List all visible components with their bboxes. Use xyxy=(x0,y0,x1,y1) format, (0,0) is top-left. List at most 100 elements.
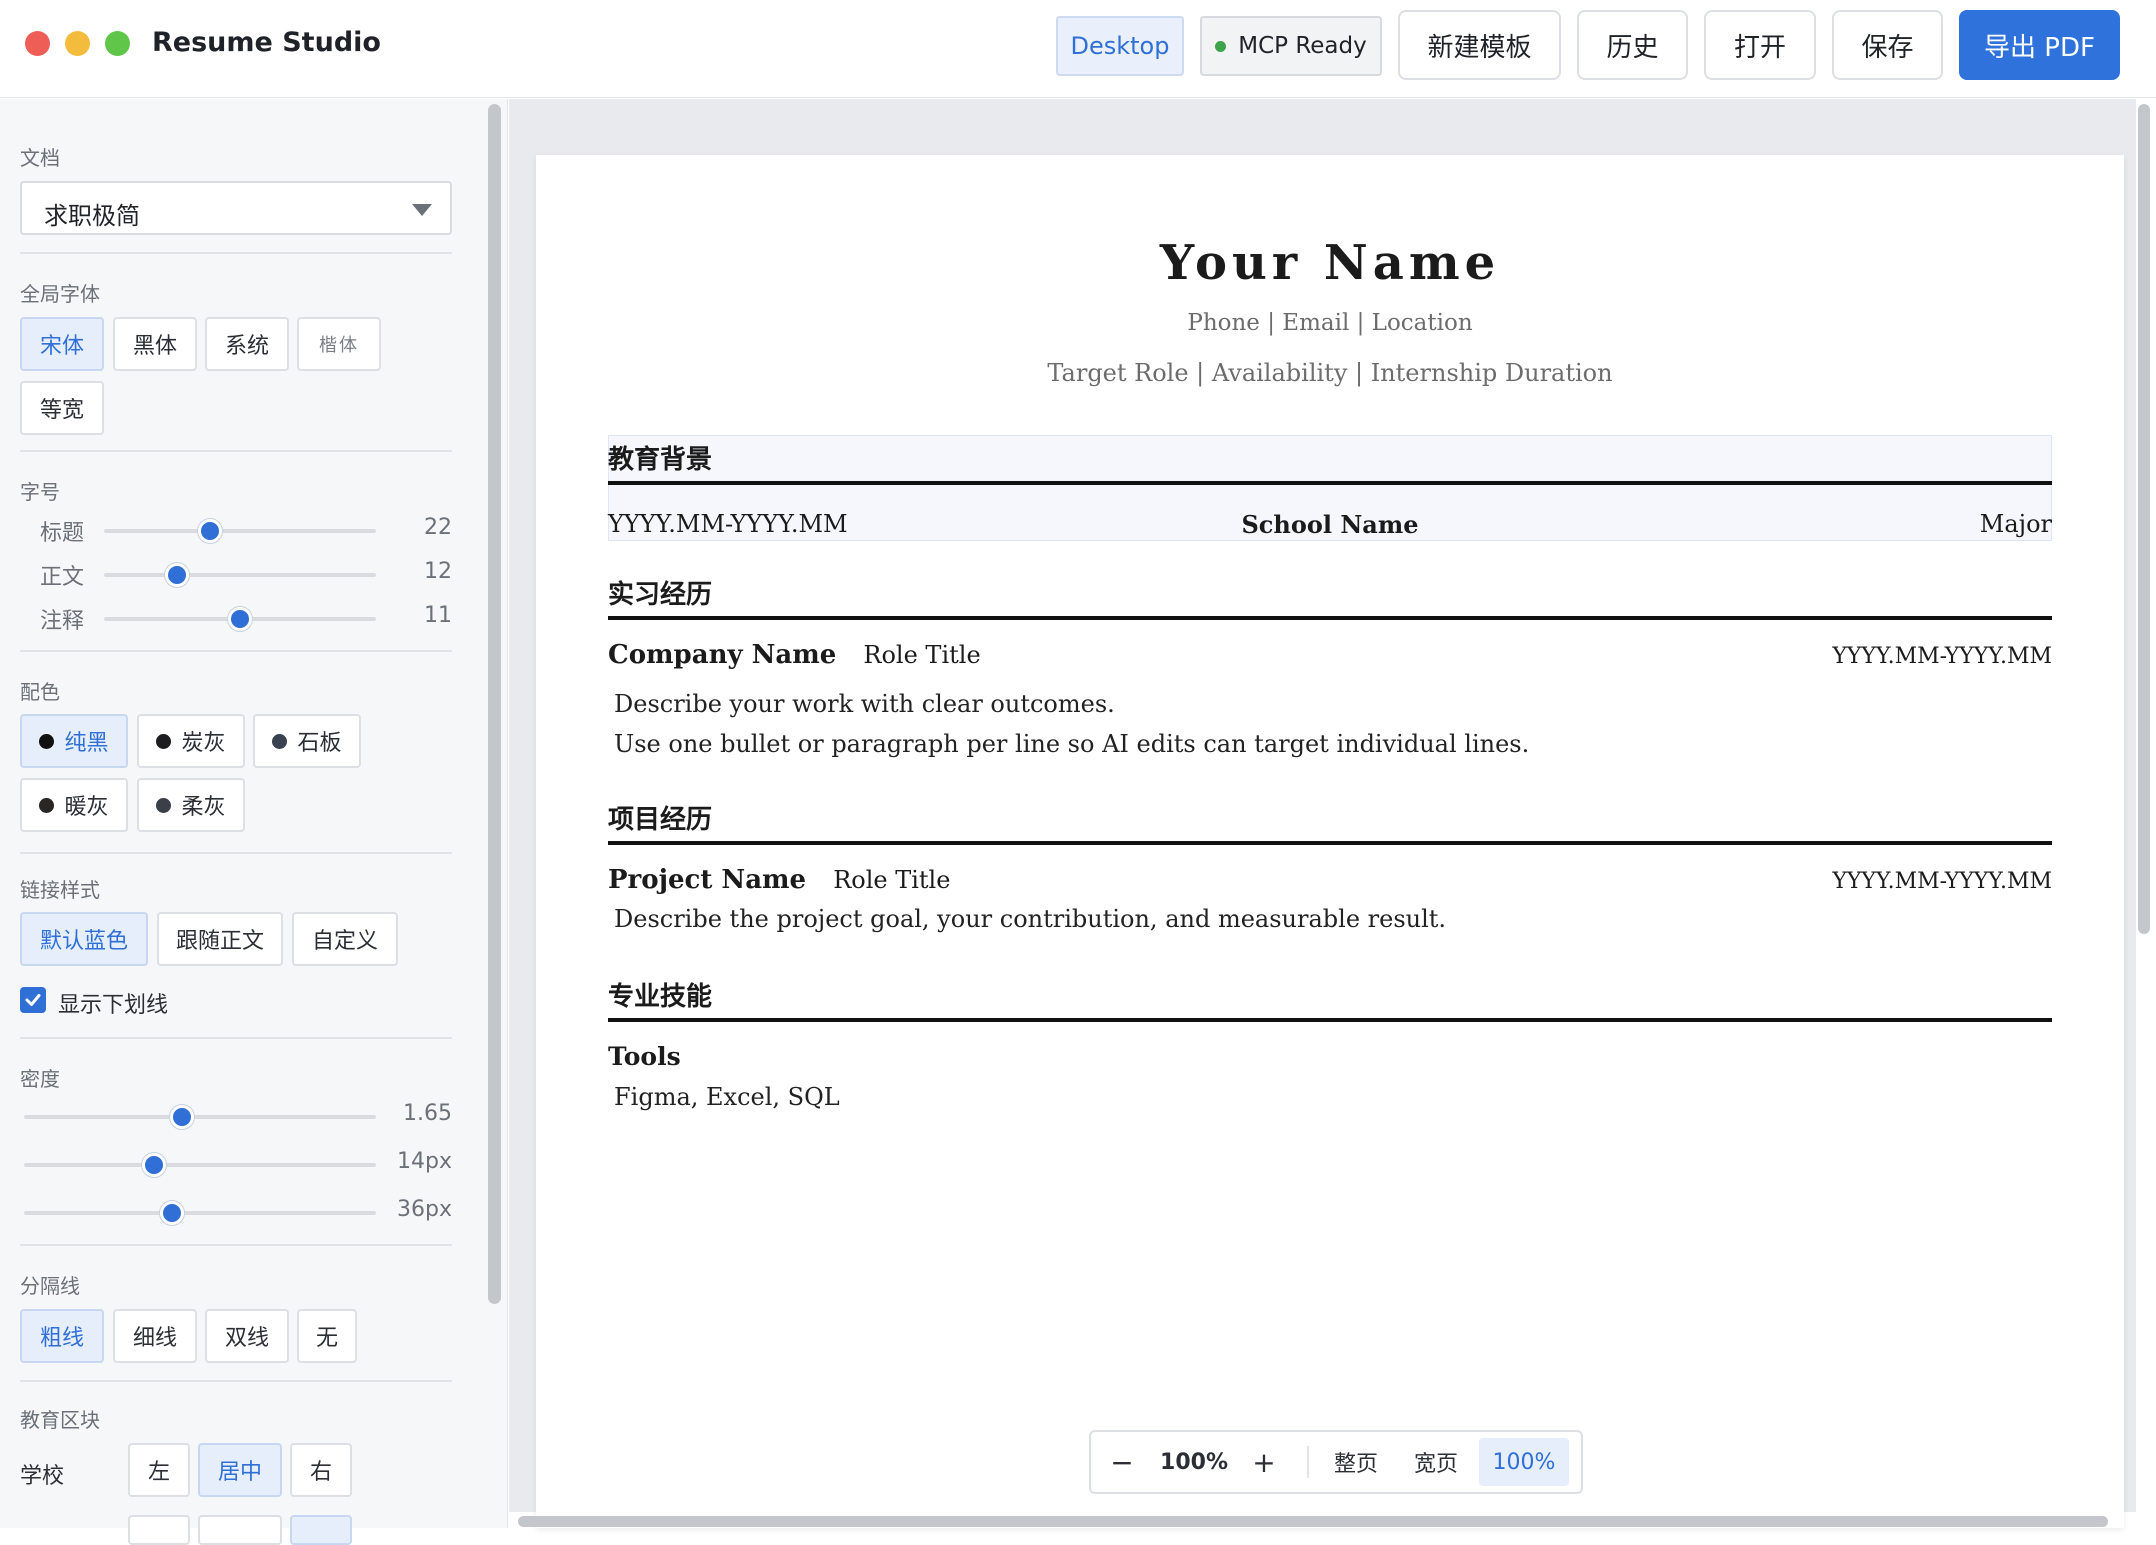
slider-thumb[interactable] xyxy=(159,1201,184,1225)
title-bar: Resume Studio Desktop MCP Ready 新建模板 历史 … xyxy=(0,0,2156,98)
color-swatch-icon xyxy=(272,733,288,749)
slider-track[interactable] xyxy=(24,1211,376,1215)
document-select[interactable]: 求职极简 xyxy=(20,181,452,235)
projects-section-title: 项目经历 xyxy=(608,805,713,835)
internship-line[interactable]: Use one bullet or paragraph per line so … xyxy=(614,730,1529,758)
divider-style-none[interactable]: 无 xyxy=(297,1309,357,1363)
divider xyxy=(20,852,452,854)
section-rule xyxy=(608,616,2052,620)
slider-track[interactable] xyxy=(24,1163,376,1167)
color-swatch-icon xyxy=(39,797,55,813)
slider-value: 12 xyxy=(424,559,452,584)
zoom-separator xyxy=(1307,1446,1309,1478)
mcp-status-label: MCP Ready xyxy=(1238,33,1367,59)
link-style-section-label: 链接样式 xyxy=(20,878,100,902)
internship-section-heading[interactable]: 实习经历 xyxy=(608,570,2052,620)
divider-style-thick[interactable]: 粗线 xyxy=(20,1309,104,1363)
resume-contact[interactable]: Phone | Email | Location xyxy=(536,310,2124,336)
slider-track[interactable] xyxy=(104,573,376,577)
maximize-window-button[interactable] xyxy=(105,31,130,56)
preview-vertical-scrollbar[interactable] xyxy=(2138,104,2150,934)
project-entry-header[interactable]: Project Name Role Title YYYY.MM-YYYY.MM xyxy=(608,865,2052,895)
divider-style-section-label: 分隔线 xyxy=(20,1274,80,1298)
divider xyxy=(20,252,452,254)
actual-size-button[interactable]: 100% xyxy=(1479,1438,1569,1486)
education-section-title: 教育背景 xyxy=(608,445,713,475)
resume-name[interactable]: Your Name xyxy=(536,235,2124,291)
font-section-label: 全局字体 xyxy=(20,282,100,306)
internship-entry-header[interactable]: Company Name Role Title YYYY.MM-YYYY.MM xyxy=(608,640,2052,670)
desktop-mode-button[interactable]: Desktop xyxy=(1056,16,1184,76)
education-block-section-label: 教育区块 xyxy=(20,1408,100,1432)
slider-track[interactable] xyxy=(24,1115,376,1119)
color-option-slate[interactable]: 石板 xyxy=(253,714,361,768)
color-option-label: 纯黑 xyxy=(64,731,109,756)
zoom-in-button[interactable]: + xyxy=(1243,1432,1285,1492)
internship-line[interactable]: Describe your work with clear outcomes. xyxy=(614,690,1115,718)
projects-section-heading[interactable]: 项目经历 xyxy=(608,795,2052,845)
density-section-label: 密度 xyxy=(20,1067,60,1091)
skills-line[interactable]: Figma, Excel, SQL xyxy=(614,1083,840,1111)
open-button[interactable]: 打开 xyxy=(1704,10,1816,80)
slider-thumb[interactable] xyxy=(198,519,223,543)
skills-heading: Tools xyxy=(608,1042,681,1071)
underline-checkbox-label: 显示下划线 xyxy=(58,993,169,1018)
close-window-button[interactable] xyxy=(25,31,50,56)
minimize-window-button[interactable] xyxy=(65,31,90,56)
resume-page[interactable]: Your Name Phone | Email | Location Targe… xyxy=(536,155,2124,1528)
color-swatch-icon xyxy=(156,733,172,749)
project-name: Project Name xyxy=(608,865,807,895)
project-role: Role Title xyxy=(833,866,951,894)
next-row-option[interactable] xyxy=(198,1515,282,1545)
school-align-center[interactable]: 居中 xyxy=(198,1443,282,1497)
link-style-follow-body[interactable]: 跟随正文 xyxy=(157,912,283,966)
next-row-option[interactable] xyxy=(290,1515,352,1545)
link-style-default-blue[interactable]: 默认蓝色 xyxy=(20,912,148,966)
check-icon xyxy=(25,994,41,1006)
font-option-hei[interactable]: 黑体 xyxy=(113,317,197,371)
divider-style-thin[interactable]: 细线 xyxy=(113,1309,197,1363)
font-option-song[interactable]: 宋体 xyxy=(20,317,104,371)
slider-thumb[interactable] xyxy=(228,607,252,631)
fit-width-button[interactable]: 宽页 xyxy=(1401,1432,1471,1492)
skills-section-heading[interactable]: 专业技能 xyxy=(608,972,2052,1022)
next-row-option[interactable] xyxy=(128,1515,190,1545)
skills-entry-header[interactable]: Tools xyxy=(608,1042,2052,1071)
export-pdf-button[interactable]: 导出 PDF xyxy=(1959,10,2120,80)
history-button[interactable]: 历史 xyxy=(1577,10,1688,80)
school-align-left[interactable]: 左 xyxy=(128,1443,190,1497)
new-template-button[interactable]: 新建模板 xyxy=(1398,10,1561,80)
color-option-warm-gray[interactable]: 暖灰 xyxy=(20,778,128,832)
school-align-label: 学校 xyxy=(20,1464,65,1489)
slider-value: 36px xyxy=(397,1197,452,1222)
link-style-custom[interactable]: 自定义 xyxy=(292,912,398,966)
slider-label: 正文 xyxy=(40,565,85,590)
zoom-toolbar: − 100% + 整页 宽页 100% xyxy=(1089,1430,1583,1494)
divider xyxy=(20,1037,452,1039)
app-title: Resume Studio xyxy=(152,27,381,58)
preview-horizontal-scrollbar[interactable] xyxy=(518,1516,2108,1527)
project-line[interactable]: Describe the project goal, your contribu… xyxy=(614,905,1446,933)
school-align-right[interactable]: 右 xyxy=(290,1443,352,1497)
underline-checkbox[interactable] xyxy=(20,987,46,1013)
mcp-status-badge[interactable]: MCP Ready xyxy=(1200,16,1382,76)
section-rule xyxy=(608,1018,2052,1022)
font-option-mono[interactable]: 等宽 xyxy=(20,381,104,435)
color-option-black[interactable]: 纯黑 xyxy=(20,714,128,768)
fit-page-button[interactable]: 整页 xyxy=(1321,1432,1391,1492)
slider-label: 注释 xyxy=(40,609,85,634)
chevron-down-icon xyxy=(412,204,432,216)
slider-track[interactable] xyxy=(104,529,376,533)
zoom-out-button[interactable]: − xyxy=(1101,1432,1143,1492)
color-option-charcoal[interactable]: 炭灰 xyxy=(137,714,245,768)
divider-style-double[interactable]: 双线 xyxy=(205,1309,289,1363)
color-option-label: 暖灰 xyxy=(64,795,109,820)
save-button[interactable]: 保存 xyxy=(1832,10,1943,80)
font-option-kai[interactable]: 楷体 xyxy=(297,317,381,371)
sidebar-scrollbar[interactable] xyxy=(488,104,501,1304)
font-option-system[interactable]: 系统 xyxy=(205,317,289,371)
project-dates: YYYY.MM-YYYY.MM xyxy=(1832,869,2052,894)
education-section-heading[interactable]: 教育背景 xyxy=(608,435,2052,485)
color-option-soft-gray[interactable]: 柔灰 xyxy=(137,778,245,832)
resume-target[interactable]: Target Role | Availability | Internship … xyxy=(536,359,2124,387)
